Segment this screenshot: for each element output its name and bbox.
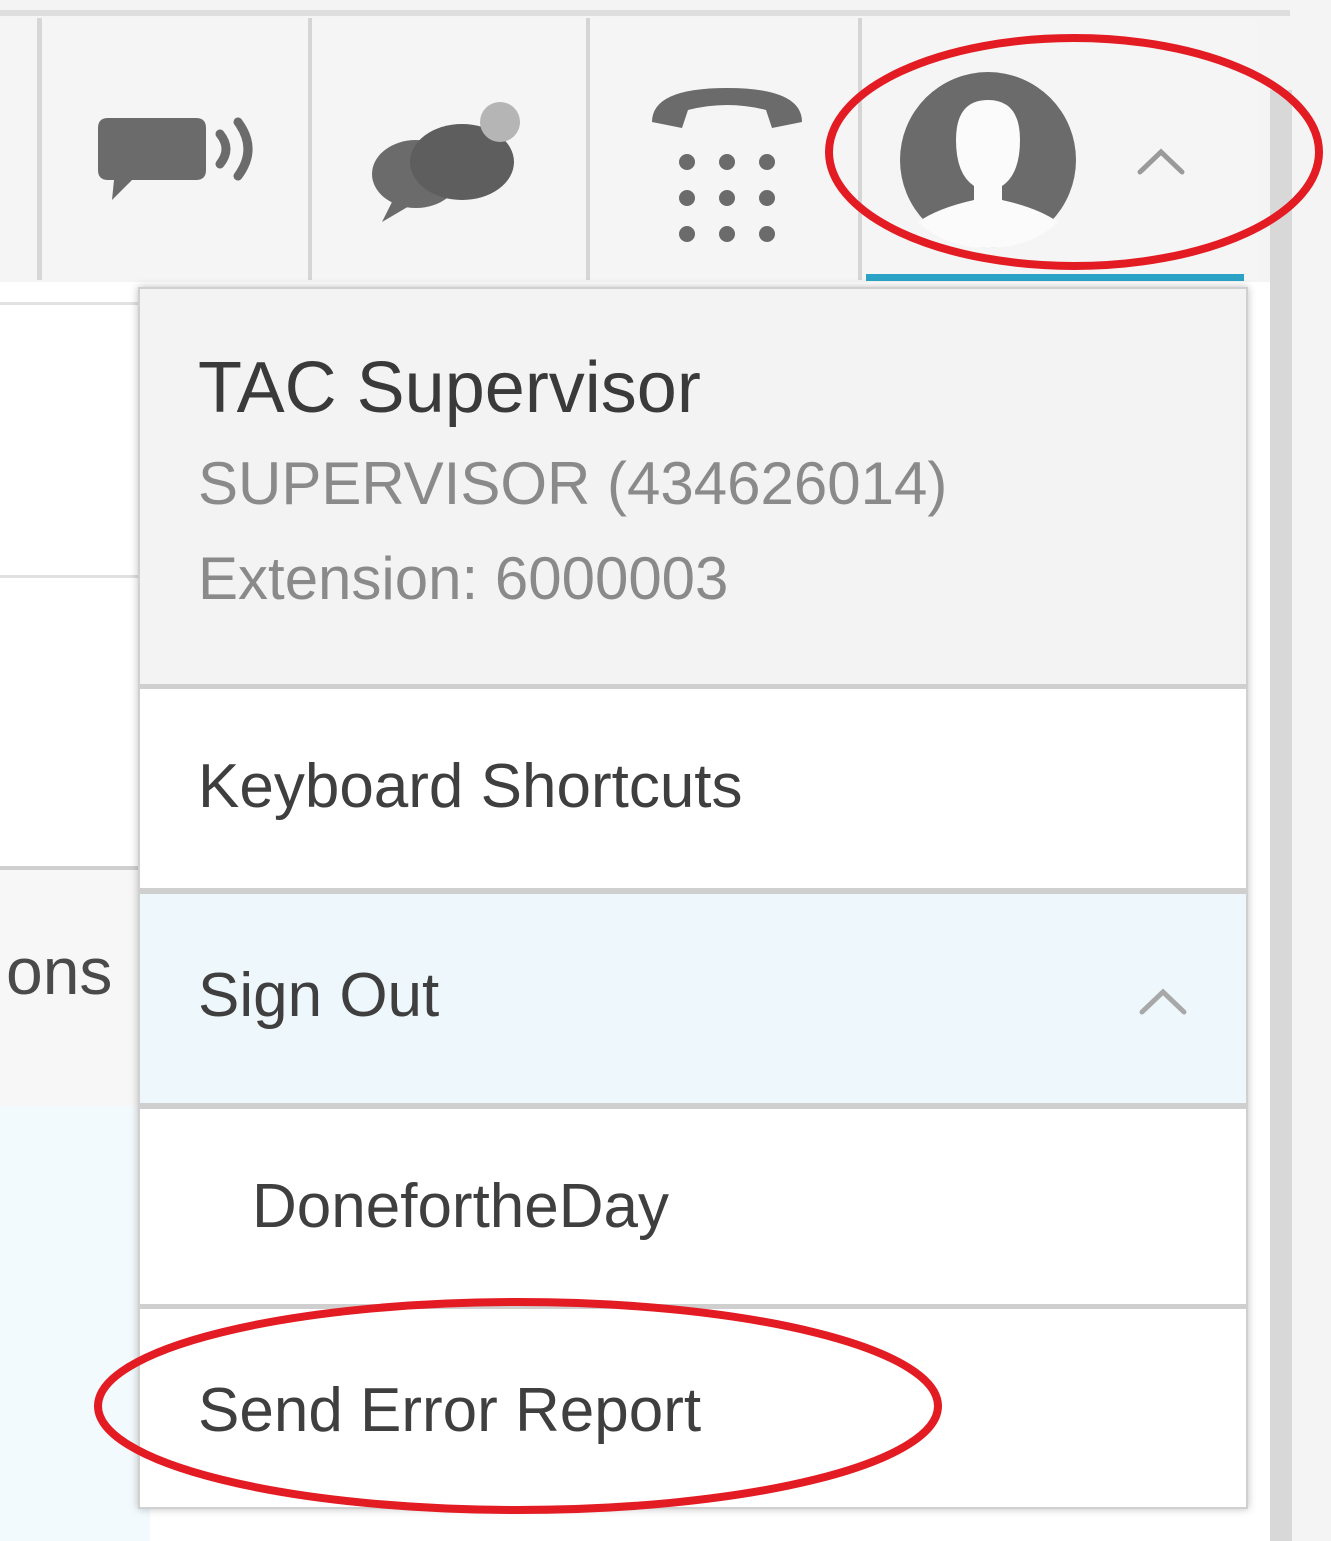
background-row xyxy=(0,302,150,575)
chevron-up-icon xyxy=(1139,988,1187,1015)
team-chat-icon xyxy=(372,102,520,222)
dialpad-button[interactable] xyxy=(590,18,862,280)
background-partial-label: ons xyxy=(6,934,113,1008)
menu-item-sign-out-reason[interactable]: DonefortheDay xyxy=(140,1109,1246,1309)
user-extension: Extension: 6000003 xyxy=(198,545,729,612)
menu-item-label: DonefortheDay xyxy=(252,1172,670,1241)
team-chat-button[interactable] xyxy=(312,18,590,280)
agent-menu-button[interactable] xyxy=(862,18,1258,280)
toolbar-cell-partial xyxy=(0,18,42,280)
agent-dropdown-menu: TAC Supervisor SUPERVISOR (434626014) Ex… xyxy=(138,287,1248,1509)
background-panel xyxy=(0,282,150,1541)
chat-sound-button[interactable] xyxy=(42,18,312,280)
user-role-id: SUPERVISOR (434626014) xyxy=(198,450,948,517)
background-row xyxy=(0,575,150,863)
menu-item-keyboard-shortcuts[interactable]: Keyboard Shortcuts xyxy=(140,689,1246,894)
menu-item-label: Send Error Report xyxy=(198,1376,702,1445)
menu-item-label: Keyboard Shortcuts xyxy=(198,752,743,821)
user-name: TAC Supervisor xyxy=(198,348,701,428)
user-info-header: TAC Supervisor SUPERVISOR (434626014) Ex… xyxy=(140,289,1246,689)
scroll-track xyxy=(1292,90,1331,1541)
background-row xyxy=(0,1106,150,1541)
chevron-up-icon xyxy=(1137,148,1185,175)
menu-item-send-error-report[interactable]: Send Error Report xyxy=(140,1309,1246,1507)
dialpad-icon xyxy=(652,88,802,242)
toolbar-divider xyxy=(0,10,1290,16)
top-toolbar xyxy=(0,0,1331,282)
scrollbar[interactable] xyxy=(1270,90,1292,1541)
agent-avatar-icon xyxy=(900,72,1076,248)
menu-item-sign-out[interactable]: Sign Out xyxy=(140,894,1246,1109)
menu-item-label: Sign Out xyxy=(198,961,440,1030)
active-tab-indicator xyxy=(866,274,1244,281)
chat-sound-icon xyxy=(98,117,253,200)
